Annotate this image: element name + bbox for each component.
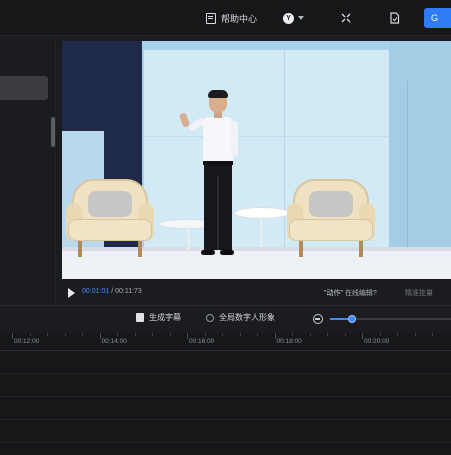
tool-button-1[interactable] bbox=[340, 0, 352, 36]
ruler-minor-tick bbox=[257, 333, 258, 336]
play-icon[interactable] bbox=[68, 288, 75, 298]
ruler-minor-tick bbox=[222, 333, 223, 336]
ruler-minor-tick bbox=[414, 333, 416, 336]
wall-seam-horizontal bbox=[144, 136, 389, 137]
ruler-tick bbox=[187, 333, 188, 339]
help-center-button[interactable]: 帮助中心 bbox=[206, 0, 257, 36]
playback-bar: 00:01:01 / 00:11:73 "动作" 在线编辑? 精准批量 bbox=[56, 282, 451, 304]
timeline-track[interactable] bbox=[0, 375, 451, 397]
current-time: 00:01:01 bbox=[82, 288, 110, 295]
ruler-tick-label: 00:20:00 bbox=[364, 338, 390, 345]
ruler-minor-tick bbox=[169, 333, 171, 336]
time-display: 00:01:01 / 00:11:73 bbox=[82, 288, 142, 295]
timeline-toolbar: 生成字幕 全局数字人形象 bbox=[0, 306, 451, 332]
zoom-slider-thumb[interactable] bbox=[348, 315, 356, 323]
timeline-track[interactable] bbox=[0, 421, 451, 443]
batch-edit-link[interactable]: 精准批量 bbox=[405, 288, 433, 298]
timeline-track[interactable] bbox=[0, 398, 451, 420]
video-preview[interactable] bbox=[62, 41, 451, 279]
ruler-tick-label: 00:18:00 bbox=[276, 338, 302, 345]
ruler-minor-tick bbox=[327, 333, 328, 336]
avatar-icon bbox=[206, 313, 214, 322]
ruler-minor-tick bbox=[309, 333, 311, 336]
ruler-minor-tick bbox=[239, 333, 241, 336]
ruler-minor-tick bbox=[204, 333, 206, 336]
global-avatar-button[interactable]: 全局数字人形象 bbox=[206, 312, 275, 323]
help-center-label: 帮助中心 bbox=[221, 13, 258, 24]
transform-icon bbox=[341, 13, 351, 23]
generate-subtitles-label: 生成字幕 bbox=[149, 313, 181, 322]
ruler-minor-tick bbox=[64, 333, 66, 336]
digital-human-avatar[interactable] bbox=[178, 90, 254, 266]
ruler-minor-tick bbox=[29, 333, 31, 336]
primary-action-button[interactable]: G bbox=[424, 8, 451, 28]
document-icon bbox=[390, 12, 400, 24]
studio-right-wall bbox=[389, 41, 451, 279]
ruler-minor-tick bbox=[152, 333, 153, 336]
chevron-down-icon bbox=[298, 16, 304, 20]
ruler-minor-tick bbox=[344, 333, 346, 336]
ruler-minor-tick bbox=[379, 333, 381, 336]
ruler-minor-tick bbox=[117, 333, 118, 336]
timeline-ruler[interactable]: 00:12:00 00:14:00 00:16:00 00:18:00 00:20:00 bbox=[0, 333, 451, 351]
ruler-minor-tick bbox=[397, 333, 398, 336]
top-bar: 帮助中心 Y G bbox=[0, 0, 451, 36]
subtitle-icon bbox=[136, 313, 144, 322]
left-panel bbox=[0, 37, 56, 305]
ruler-tick-label: 00:16:00 bbox=[189, 338, 215, 345]
book-icon bbox=[206, 12, 216, 24]
ruler-tick-label: 00:14:00 bbox=[101, 338, 127, 345]
user-menu[interactable]: Y bbox=[283, 0, 304, 36]
ruler-minor-tick bbox=[292, 333, 293, 336]
wall-seam bbox=[284, 50, 285, 250]
armchair-left bbox=[66, 179, 154, 257]
ruler-tick bbox=[99, 333, 101, 339]
timeline-track[interactable] bbox=[0, 352, 451, 374]
armchair-right bbox=[287, 179, 375, 257]
action-tag: "动作" bbox=[324, 290, 343, 297]
left-panel-selected-item[interactable] bbox=[0, 76, 48, 100]
wall-seam-right bbox=[407, 81, 408, 251]
total-time: / 00:11:73 bbox=[111, 288, 142, 295]
ruler-tick-label: 00:12:00 bbox=[14, 338, 40, 345]
ruler-tick bbox=[12, 333, 13, 339]
ruler-tick bbox=[362, 333, 363, 339]
primary-action-label: G bbox=[431, 13, 439, 23]
side-table-back-leg bbox=[260, 217, 263, 247]
ruler-minor-tick bbox=[82, 333, 83, 336]
avatar: Y bbox=[283, 12, 294, 24]
left-panel-scrollbar[interactable] bbox=[51, 117, 55, 147]
action-hint-text: 在线编辑? bbox=[344, 290, 377, 297]
timeline[interactable]: 00:12:00 00:14:00 00:16:00 00:18:00 00:20:00 bbox=[0, 333, 451, 455]
zoom-out-icon[interactable] bbox=[313, 314, 323, 324]
ruler-minor-tick bbox=[47, 333, 48, 336]
action-hint[interactable]: "动作" 在线编辑? bbox=[324, 288, 377, 298]
ruler-minor-tick bbox=[432, 333, 433, 336]
ruler-minor-tick bbox=[134, 333, 136, 336]
export-file-button[interactable] bbox=[389, 0, 400, 36]
generate-subtitles-button[interactable]: 生成字幕 bbox=[136, 312, 181, 323]
global-avatar-label: 全局数字人形象 bbox=[219, 313, 275, 322]
ruler-tick bbox=[274, 333, 276, 339]
